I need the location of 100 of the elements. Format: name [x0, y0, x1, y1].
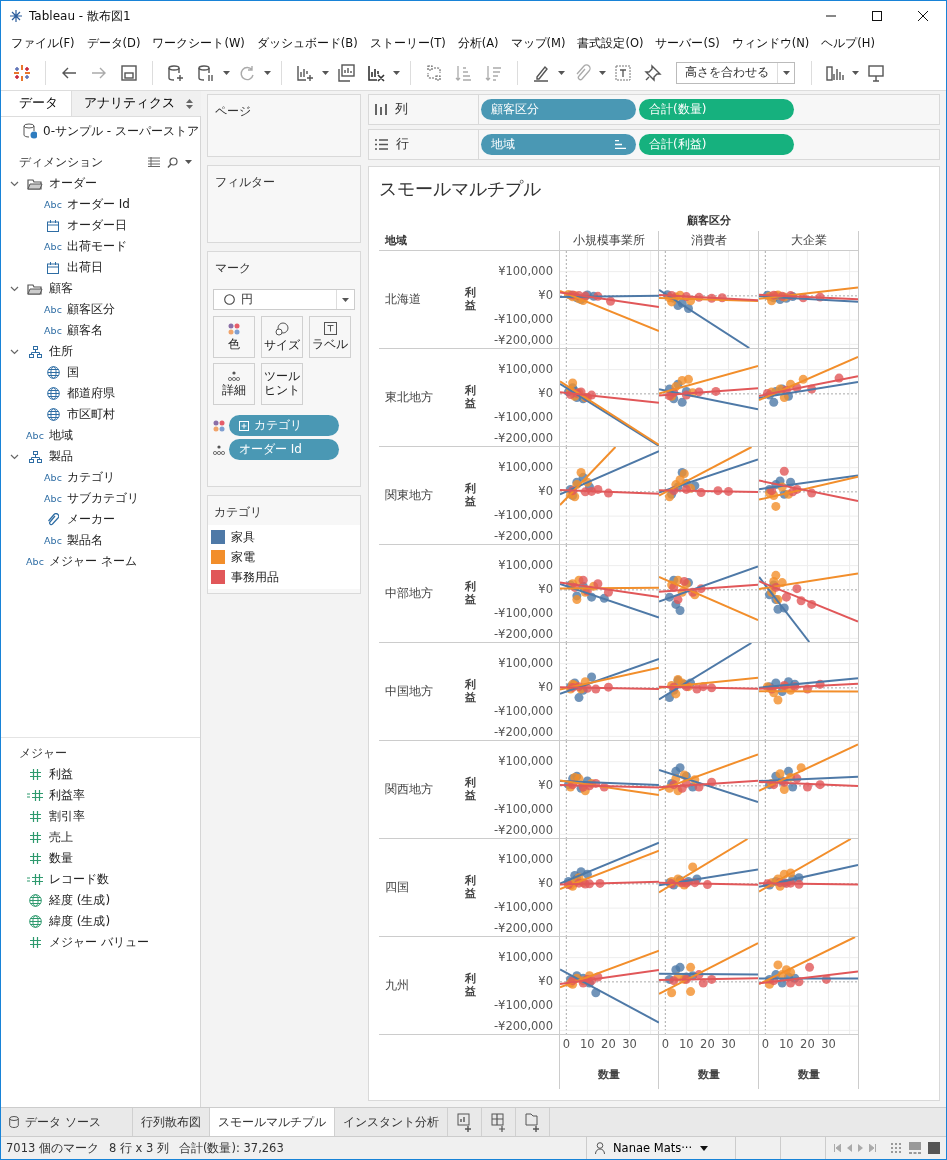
fit-dropdown[interactable]: 高さを合わせる: [676, 61, 795, 84]
field-item[interactable]: 利益: [49, 766, 73, 783]
region-label: 九州: [379, 937, 459, 1035]
field-item[interactable]: オーダー Id: [67, 196, 130, 213]
card-title: フィルター: [214, 174, 276, 191]
pin-icon[interactable]: [643, 62, 663, 83]
menu-item[interactable]: サーバー(S): [649, 35, 726, 51]
field-item[interactable]: オーダー日: [67, 217, 127, 234]
field-item[interactable]: オーダー: [49, 175, 97, 192]
pane-tab[interactable]: アナリティクス: [71, 91, 201, 116]
new-story-icon[interactable]: [524, 1112, 541, 1132]
filmstrip-view-icon[interactable]: [908, 1142, 922, 1154]
menu-item[interactable]: ファイル(F): [5, 35, 81, 51]
new-dashboard-icon[interactable]: [490, 1112, 507, 1132]
text-box-icon[interactable]: [613, 62, 633, 83]
field-item[interactable]: 売上: [49, 829, 73, 846]
menu-item[interactable]: ウィンドウ(N): [725, 35, 816, 51]
caret-icon[interactable]: [264, 70, 271, 75]
marks-button[interactable]: サイズ: [261, 316, 303, 358]
caret-icon[interactable]: [185, 160, 192, 164]
calculated-number-icon: [27, 874, 43, 885]
caret-icon[interactable]: [558, 70, 565, 75]
marks-button[interactable]: ツールヒント: [261, 363, 303, 405]
axis-tick-label: 10: [779, 1039, 794, 1051]
menu-item[interactable]: ヘルプ(H): [815, 35, 881, 51]
database-pause-icon[interactable]: [196, 62, 216, 83]
field-item[interactable]: 製品: [49, 448, 73, 465]
menu-item[interactable]: ワークシート(W): [146, 35, 251, 51]
caret-icon[interactable]: [393, 70, 400, 75]
caret-icon[interactable]: [852, 70, 859, 75]
field-item[interactable]: 製品名: [67, 532, 103, 549]
caret-icon[interactable]: [223, 70, 230, 75]
chart-copy-icon[interactable]: [336, 62, 356, 83]
new-worksheet-icon[interactable]: [456, 1112, 473, 1132]
chevron-down-icon[interactable]: [9, 452, 19, 461]
save-icon[interactable]: [119, 62, 139, 83]
hierarchy-icon: [28, 345, 42, 358]
caret-icon: [783, 70, 790, 75]
data-source-name[interactable]: 0-サンプル - スーパーストア: [43, 122, 199, 140]
list-view-icon[interactable]: [148, 157, 160, 167]
field-item[interactable]: カテゴリ: [67, 469, 115, 486]
field-item[interactable]: メーカー: [67, 511, 115, 528]
next-page-icon[interactable]: [858, 1144, 863, 1152]
chevron-down-icon[interactable]: [9, 179, 19, 188]
field-item[interactable]: 出荷モード: [67, 238, 127, 255]
swap-icon[interactable]: [424, 62, 444, 83]
field-item[interactable]: 利益率: [49, 787, 85, 804]
user-menu[interactable]: Nanae Mats···: [586, 1136, 736, 1159]
field-item[interactable]: メジャー バリュー: [49, 934, 149, 951]
database-plus-icon[interactable]: [166, 62, 186, 83]
marks-button[interactable]: 詳細: [213, 363, 255, 405]
field-item[interactable]: 出荷日: [67, 259, 103, 276]
field-item[interactable]: 住所: [49, 343, 73, 360]
field-item[interactable]: メジャー ネーム: [49, 553, 137, 570]
menu-item[interactable]: マップ(M): [504, 35, 572, 51]
field-item[interactable]: 経度 (生成): [49, 892, 111, 909]
field-item[interactable]: 国: [67, 364, 79, 381]
search-icon[interactable]: [167, 156, 178, 168]
menu-item[interactable]: ストーリー(T): [363, 35, 452, 51]
sheet-tab[interactable]: スモールマルチプル: [210, 1108, 335, 1136]
presentation-icon[interactable]: [866, 62, 886, 83]
field-item[interactable]: レコード数: [49, 871, 109, 888]
axis-tick-label: -¥100,000: [493, 804, 553, 816]
axis-tick-label: -¥200,000: [493, 629, 553, 641]
axis-tick-label: -¥100,000: [493, 608, 553, 620]
field-item[interactable]: サブカテゴリ: [67, 490, 139, 507]
field-item[interactable]: 都道府県: [67, 385, 115, 402]
previous-page-icon[interactable]: [847, 1144, 852, 1152]
maximize-icon: [872, 11, 882, 21]
menu-item[interactable]: データ(D): [80, 35, 147, 51]
menu-item[interactable]: ダッシュボード(B): [250, 35, 364, 51]
grid-view-icon[interactable]: [890, 1142, 902, 1154]
field-item[interactable]: 市区町村: [67, 406, 115, 423]
caret-icon: [700, 1145, 709, 1151]
chevron-down-icon[interactable]: [9, 284, 19, 293]
field-item[interactable]: 顧客名: [67, 322, 103, 339]
caret-icon[interactable]: [322, 70, 329, 75]
marks-button[interactable]: ラベル: [309, 316, 351, 358]
legend-label: 家電: [231, 548, 255, 566]
menu-item[interactable]: 書式設定(O): [571, 35, 650, 51]
calendar-icon: [47, 219, 59, 232]
axis-tick-label: -¥100,000: [493, 706, 553, 718]
field-item[interactable]: 顧客: [49, 280, 73, 297]
chevron-down-icon[interactable]: [9, 347, 19, 356]
shelf-label: 行: [396, 136, 409, 153]
first-page-icon[interactable]: [834, 1144, 841, 1152]
legend-label: 家具: [231, 528, 255, 546]
marks-button[interactable]: 色: [213, 316, 255, 358]
menu-item[interactable]: 分析(A): [451, 35, 505, 51]
last-page-icon[interactable]: [869, 1144, 876, 1152]
field-item[interactable]: 顧客区分: [67, 301, 115, 318]
caret-icon[interactable]: [599, 70, 606, 75]
logo-icon[interactable]: [12, 62, 32, 83]
mark-type-dropdown[interactable]: 円: [213, 289, 355, 310]
field-item[interactable]: 割引率: [49, 808, 85, 825]
field-item[interactable]: 地域: [49, 427, 73, 444]
field-item[interactable]: 緯度 (生成): [49, 913, 111, 930]
field-item[interactable]: 数量: [49, 850, 73, 867]
calculated-number-icon: [27, 790, 43, 801]
axis-tick-label: -¥200,000: [493, 727, 553, 739]
